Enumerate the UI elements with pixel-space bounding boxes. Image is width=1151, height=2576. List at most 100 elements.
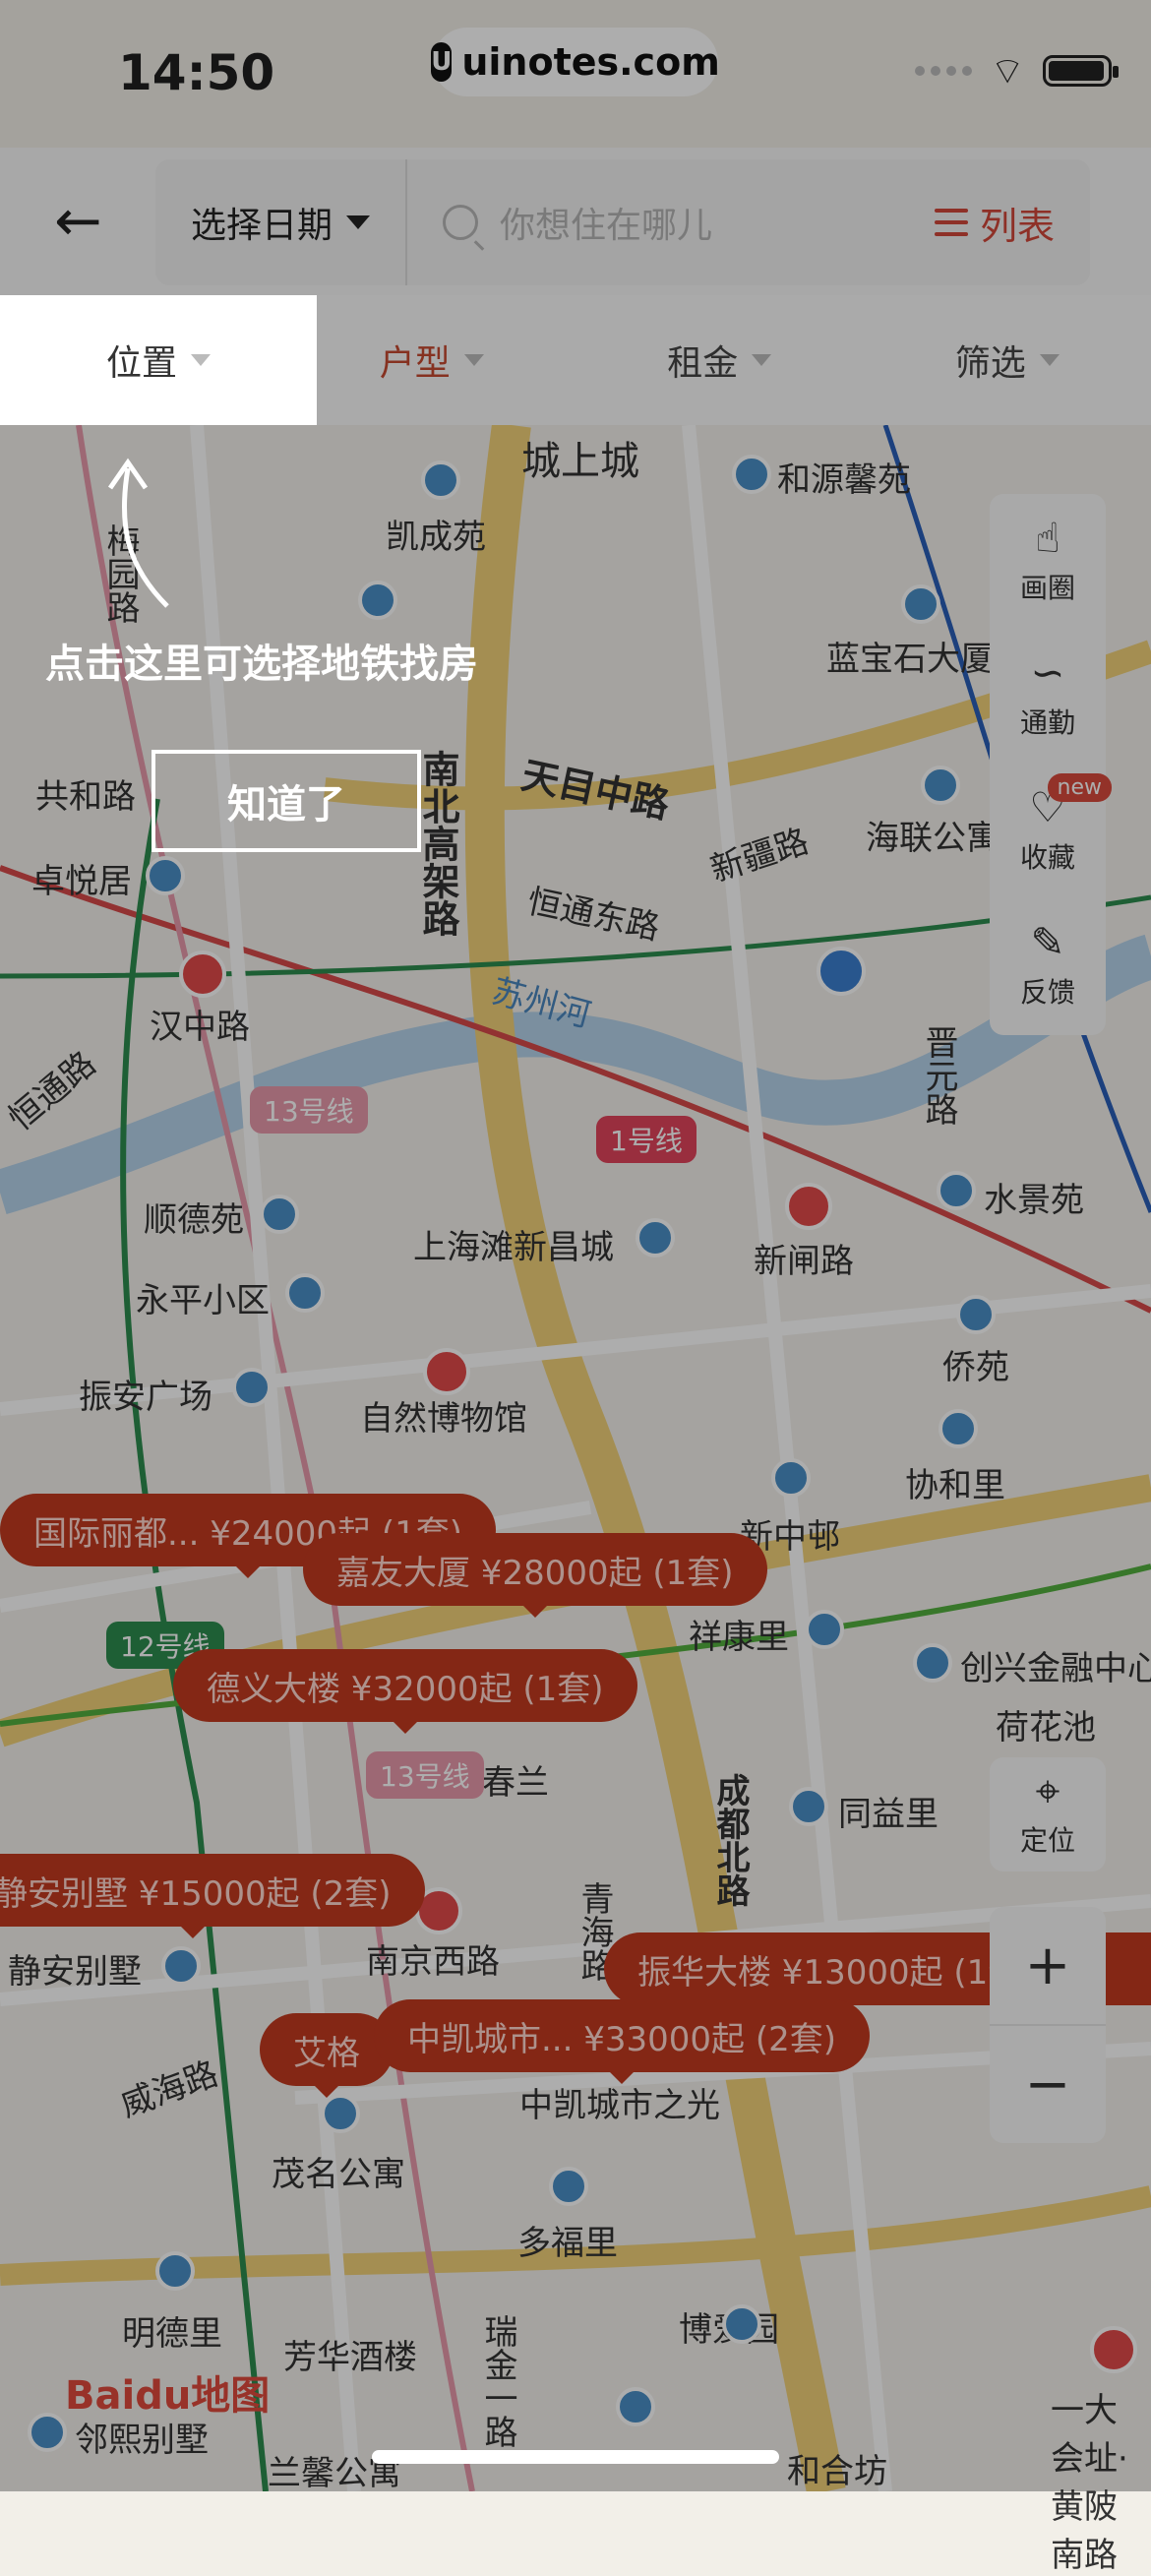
crosshair-icon: ⌖	[1036, 1770, 1060, 1813]
search-bar: 选择日期 你想住在哪儿 列表	[155, 159, 1090, 285]
poi-icon	[732, 455, 771, 494]
map-toolbar: ☝ 画圈 ∽ 通勤 new ♡ 收藏 ✎ 反馈	[990, 494, 1106, 1035]
poi-icon	[421, 460, 460, 500]
map-label: 春兰	[482, 1755, 549, 1804]
filter-rent[interactable]: 租金	[576, 295, 864, 425]
zoom-control: + −	[990, 1907, 1106, 2143]
map-label: 和源馨苑	[777, 453, 911, 501]
date-label: 选择日期	[191, 197, 333, 248]
poi-icon	[285, 1273, 325, 1313]
filter-layout[interactable]: 户型	[288, 295, 576, 425]
status-time: 14:50	[118, 44, 274, 101]
poi-icon	[549, 2167, 588, 2206]
map-label: 静安别墅	[8, 1944, 142, 1993]
guide-text: 点击这里可选择地铁找房	[45, 632, 478, 689]
tool-feedback[interactable]: ✎ 反馈	[990, 898, 1106, 1033]
map-label: 中凯城市之光	[519, 2078, 720, 2126]
metro-line-tag: 1号线	[596, 1116, 697, 1163]
price-pin[interactable]: 艾格	[260, 2013, 394, 2086]
baidu-map-logo: Baidu地图	[65, 2363, 270, 2421]
poi-icon	[805, 1610, 844, 1649]
map-label: 蓝宝石大厦	[826, 632, 994, 680]
map-label: 荷花池	[996, 1700, 1096, 1748]
poi-icon	[921, 766, 960, 805]
home-indicator	[372, 2450, 779, 2464]
uinotes-logo-icon: U	[431, 42, 452, 82]
map-label: 顺德苑	[144, 1193, 244, 1241]
tool-label: 通勤	[1020, 702, 1075, 741]
caret-down-icon	[1040, 354, 1060, 366]
poi-icon	[956, 1295, 996, 1334]
watermark: U uinotes.com	[433, 28, 718, 96]
metro-station-icon	[785, 1183, 832, 1230]
map-label: 茂名公寓	[272, 2147, 405, 2195]
metro-station-icon	[1090, 2326, 1137, 2373]
list-label: 列表	[980, 196, 1055, 250]
tool-label: 反馈	[1020, 971, 1075, 1011]
status-icons: ⌔	[915, 47, 1112, 94]
filter-label: 租金	[667, 335, 738, 386]
caret-down-icon	[752, 354, 771, 366]
map-view[interactable]: 城上城 和源馨苑 凯成苑 梅园路 蓝宝石大厦 共和路 天目中路 南北高架路 海联…	[0, 425, 1151, 2491]
battery-icon	[1043, 55, 1112, 87]
map-label: 城上城	[521, 429, 639, 486]
price-pin[interactable]: 德义大楼 ¥32000起 (1套)	[173, 1649, 637, 1722]
filter-label: 位置	[106, 335, 177, 386]
tool-label: 收藏	[1020, 836, 1075, 876]
map-label: 一大会址·黄陂南路	[1051, 2383, 1149, 2576]
map-label: 上海滩新昌城	[413, 1220, 614, 1268]
map-label: 侨苑	[942, 1340, 1009, 1388]
price-pin[interactable]: 中凯城市... ¥33000起 (2套)	[374, 1999, 870, 2072]
map-label: 自然博物馆	[360, 1391, 527, 1440]
price-pin[interactable]: 静安别墅 ¥15000起 (2套)	[0, 1854, 425, 1927]
map-label: 晋元路	[915, 1025, 963, 1126]
guide-arrow-icon	[89, 449, 207, 626]
map-label: 汉中路	[150, 1000, 250, 1048]
map-label: 海联公寓	[866, 811, 1000, 859]
header: ← 选择日期 你想住在哪儿 列表	[0, 148, 1151, 295]
poi-icon	[358, 581, 397, 620]
poi-icon	[232, 1368, 272, 1407]
locate-button[interactable]: ⌖ 定位	[990, 1757, 1106, 1871]
poi-icon	[155, 2251, 195, 2291]
highlighted-location-tab[interactable]: 位置	[0, 295, 317, 425]
filter-label: 户型	[380, 335, 451, 386]
map-label: 芳华酒楼	[283, 2330, 417, 2378]
caret-down-icon	[346, 215, 370, 229]
zoom-in-button[interactable]: +	[990, 1907, 1106, 2026]
date-selector[interactable]: 选择日期	[155, 159, 407, 285]
list-icon	[935, 209, 968, 236]
poi-icon	[28, 2413, 67, 2452]
search-icon	[443, 205, 478, 240]
zoom-out-button[interactable]: −	[990, 2026, 1106, 2143]
price-pin[interactable]: 嘉友大厦 ¥28000起 (1套)	[303, 1533, 767, 1606]
map-label: 和合坊	[787, 2444, 887, 2492]
map-label: 水景苑	[984, 1173, 1084, 1221]
map-label: 创兴金融中心	[960, 1641, 1151, 1689]
new-badge: new	[1048, 773, 1112, 802]
metro-station-icon	[179, 951, 226, 998]
map-label: 共和路	[35, 769, 136, 818]
tool-draw-circle[interactable]: ☝ 画圈	[990, 494, 1106, 629]
metro-line-tag: 13号线	[250, 1086, 368, 1134]
parking-icon	[817, 947, 866, 996]
poi-icon	[937, 1171, 976, 1210]
map-label: 卓悦居	[31, 854, 132, 902]
poi-icon	[146, 856, 185, 895]
map-label: 多福里	[517, 2216, 618, 2264]
search-input[interactable]: 你想住在哪儿	[500, 197, 935, 248]
poi-icon	[260, 1195, 299, 1234]
map-label: 南京西路	[366, 1934, 500, 1983]
poi-icon	[901, 584, 940, 624]
got-it-button[interactable]: 知道了	[151, 750, 421, 852]
filter-more[interactable]: 筛选	[864, 295, 1151, 425]
tool-favorites[interactable]: new ♡ 收藏	[990, 764, 1106, 898]
tool-commute[interactable]: ∽ 通勤	[990, 629, 1106, 764]
poi-icon	[722, 2304, 761, 2344]
poi-icon	[321, 2094, 360, 2133]
filter-label: 筛选	[955, 335, 1026, 386]
arrow-left-icon[interactable]: ←	[54, 187, 113, 246]
poi-icon	[789, 1787, 828, 1826]
list-view-button[interactable]: 列表	[935, 196, 1055, 250]
watermark-text: uinotes.com	[461, 40, 719, 84]
